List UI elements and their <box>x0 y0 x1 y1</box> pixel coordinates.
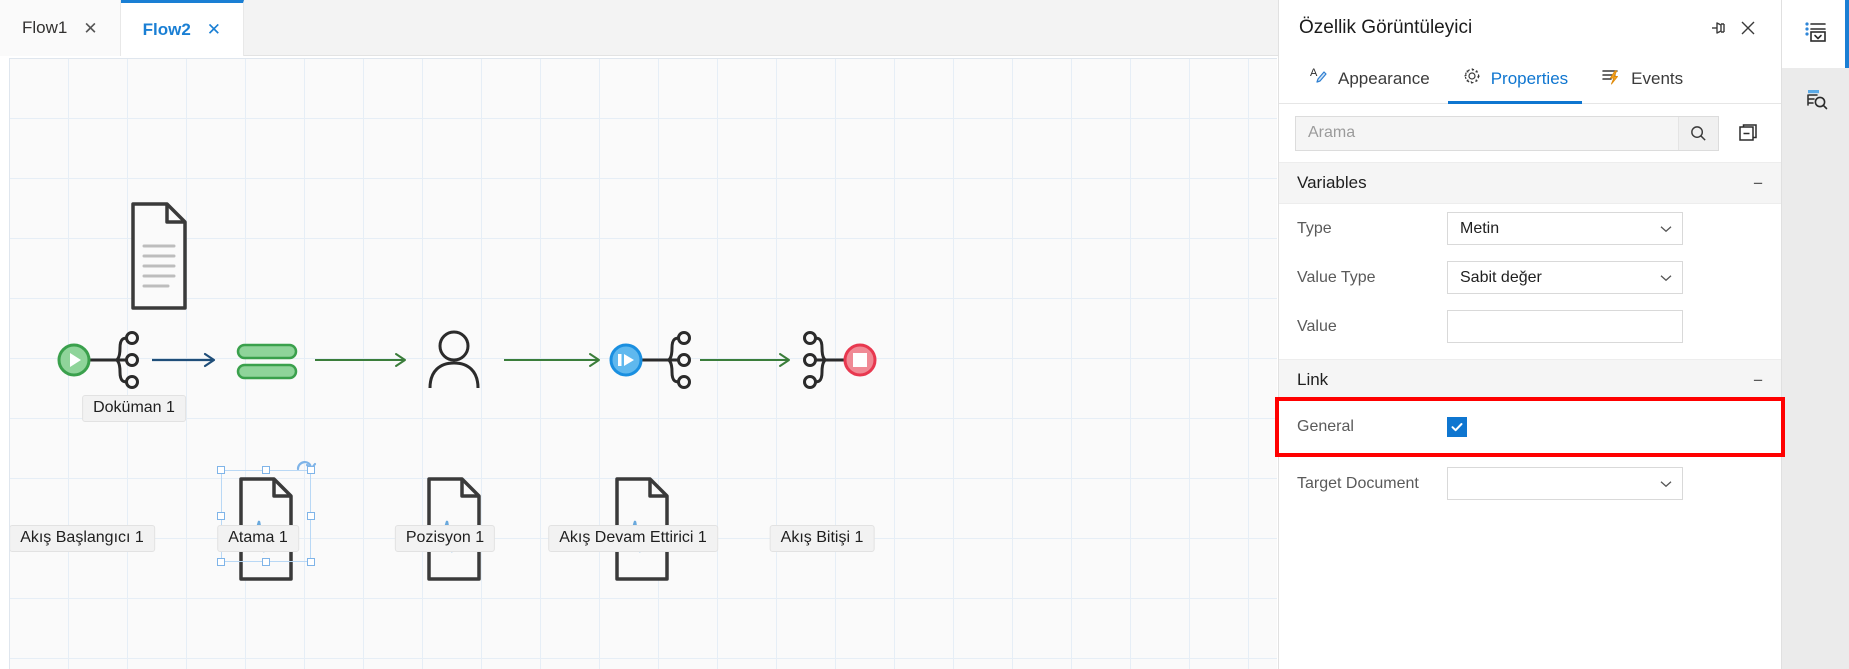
selection-handle-n[interactable] <box>262 466 270 474</box>
selection-handle-e[interactable] <box>307 512 315 520</box>
property-row-value-type: Value Type Sabit değer <box>1279 253 1781 302</box>
tab-appearance-label: Appearance <box>1338 68 1430 88</box>
gear-icon <box>1462 66 1482 91</box>
search-box <box>1295 115 1719 151</box>
section-header-variables[interactable]: Variables − <box>1279 162 1781 204</box>
property-label-value-type: Value Type <box>1297 268 1376 286</box>
node-label-akis-baslangici[interactable]: Akış Başlangıcı 1 <box>10 525 155 553</box>
tab-properties-label: Properties <box>1490 68 1569 88</box>
right-rail <box>1781 0 1849 669</box>
canvas-wrapper: Doküman 1 Akış Başlangıcı 1 Atama 1 Pozi… <box>0 56 1278 669</box>
connector-devam-to-bitis <box>700 353 790 367</box>
appearance-icon: A <box>1309 66 1329 91</box>
panel-search-row <box>1279 104 1781 162</box>
section-title-variables: Variables <box>1297 173 1367 192</box>
tab-flow2-close-icon[interactable]: ✕ <box>207 21 221 38</box>
value-type-dropdown-value: Sabit değer <box>1460 268 1542 286</box>
node-label-atama[interactable]: Atama 1 <box>217 525 299 553</box>
property-label-value: Value <box>1297 317 1337 335</box>
property-label-target-document: Target Document <box>1297 474 1419 492</box>
property-row-target-document: Target Document <box>1279 459 1781 508</box>
general-checkbox[interactable] <box>1447 417 1467 437</box>
selection-handle-w[interactable] <box>217 512 225 520</box>
object-explorer-icon <box>1803 87 1829 118</box>
flow-end-icon <box>803 331 877 389</box>
type-dropdown[interactable]: Metin <box>1447 212 1683 245</box>
selection-handle-s[interactable] <box>262 558 270 566</box>
flow-graphics <box>57 202 877 581</box>
node-label-akis-bitisi[interactable]: Akış Bitişi 1 <box>769 525 875 553</box>
pin-icon[interactable] <box>1703 13 1733 43</box>
type-dropdown-value: Metin <box>1460 219 1500 237</box>
section-title-link: Link <box>1297 370 1329 389</box>
document-icon <box>131 202 187 310</box>
tab-flow1-close-icon[interactable]: ✕ <box>83 20 97 37</box>
section-header-link[interactable]: Link − <box>1279 359 1781 401</box>
events-icon <box>1600 66 1622 91</box>
connector-atama-to-pozisyon <box>315 353 406 367</box>
value-input[interactable] <box>1447 310 1683 343</box>
connector-pozisyon-to-devam <box>504 353 600 367</box>
section-toggle-variables[interactable]: − <box>1753 175 1763 192</box>
target-document-dropdown[interactable] <box>1447 467 1683 500</box>
selection-handle-nw[interactable] <box>217 466 225 474</box>
flow-start-icon <box>57 331 139 389</box>
person-icon <box>428 330 480 389</box>
assignment-icon <box>236 343 298 380</box>
search-icon[interactable] <box>1678 116 1718 150</box>
tab-properties[interactable]: Properties <box>1447 56 1583 104</box>
flow-editor-pane: Flow1 ✕ Flow2 ✕ Doküman 1 Akış Başlangıc… <box>0 0 1278 669</box>
property-row-general: General <box>1275 397 1785 457</box>
chevron-down-icon <box>1660 476 1672 491</box>
property-label-type: Type <box>1297 219 1332 237</box>
selection-handle-sw[interactable] <box>217 558 225 566</box>
tab-events[interactable]: Events <box>1586 56 1697 104</box>
tabstrip-empty <box>244 0 1278 55</box>
connector-start-to-atama <box>152 352 216 368</box>
property-row-type: Type Metin <box>1279 204 1781 253</box>
property-control-value-type: Sabit değer <box>1447 261 1763 294</box>
node-label-akis-devam[interactable]: Akış Devam Ettirici 1 <box>548 525 718 553</box>
panel-tabs: A Appearance Properties Events <box>1279 56 1781 104</box>
tab-flow2-label: Flow2 <box>142 19 191 39</box>
flow-continue-icon <box>609 331 691 389</box>
tab-flow1-label: Flow1 <box>22 18 68 37</box>
app-root: Flow1 ✕ Flow2 ✕ Doküman 1 Akış Başlangıc… <box>0 0 1849 669</box>
selection-handle-se[interactable] <box>307 558 315 566</box>
rail-button-properties-viewer[interactable] <box>1782 0 1849 68</box>
property-control-value <box>1447 310 1763 343</box>
rail-button-object-explorer[interactable] <box>1782 68 1849 136</box>
section-toggle-link[interactable]: − <box>1753 372 1763 389</box>
panel-header: Özellik Görüntüleyici <box>1279 0 1781 56</box>
property-label-general: General <box>1297 418 1354 435</box>
property-control-target-document <box>1447 467 1763 500</box>
tab-events-label: Events <box>1631 68 1684 88</box>
tab-flow1[interactable]: Flow1 ✕ <box>0 0 121 56</box>
tab-flow2[interactable]: Flow2 ✕ <box>120 0 245 56</box>
flow-canvas[interactable]: Doküman 1 Akış Başlangıcı 1 Atama 1 Pozi… <box>9 58 1277 669</box>
tab-appearance[interactable]: A Appearance <box>1295 56 1444 104</box>
panel-title: Özellik Görüntüleyici <box>1299 17 1473 38</box>
properties-viewer-icon <box>1803 19 1829 50</box>
flow-tabstrip: Flow1 ✕ Flow2 ✕ <box>0 0 1278 56</box>
property-control-general <box>1447 417 1763 437</box>
collapse-all-icon[interactable] <box>1731 116 1765 150</box>
search-input[interactable] <box>1296 116 1678 150</box>
property-row-value: Value <box>1279 302 1781 351</box>
node-label-pozisyon[interactable]: Pozisyon 1 <box>394 525 496 553</box>
selection-handle-ne[interactable] <box>307 466 315 474</box>
node-label-dokuman1[interactable]: Doküman 1 <box>82 395 186 423</box>
property-viewer-panel: Özellik Görüntüleyici A Appearance Prope… <box>1275 0 1785 669</box>
property-control-type: Metin <box>1447 212 1763 245</box>
chevron-down-icon <box>1660 221 1672 236</box>
value-type-dropdown[interactable]: Sabit değer <box>1447 261 1683 294</box>
close-icon[interactable] <box>1733 13 1763 43</box>
svg-text:A: A <box>1310 67 1318 79</box>
chevron-down-icon <box>1660 270 1672 285</box>
